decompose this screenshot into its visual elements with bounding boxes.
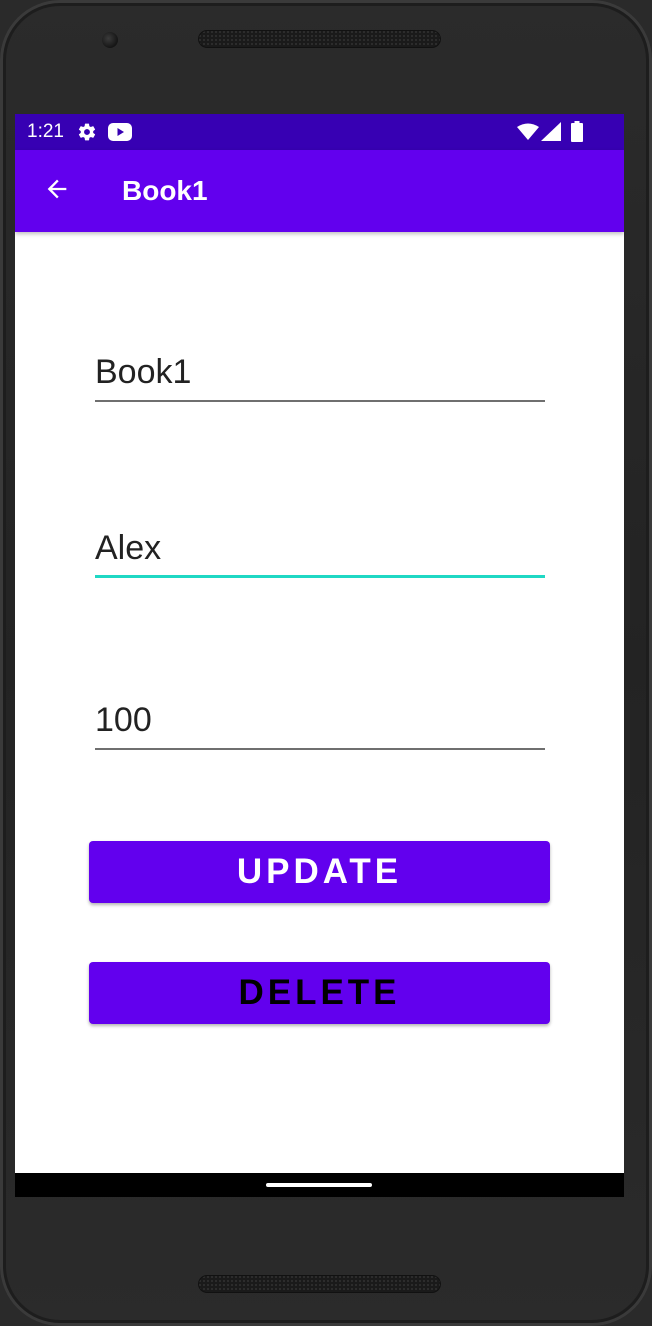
wifi-icon [517, 123, 539, 146]
bottom-speaker [198, 1275, 441, 1293]
book-pages-underline [95, 748, 545, 750]
settings-icon [77, 122, 97, 147]
book-pages-field [95, 694, 545, 750]
book-author-input[interactable] [95, 522, 545, 574]
app-bar-title: Book1 [122, 175, 208, 206]
front-camera [102, 32, 118, 48]
home-gesture-handle[interactable] [266, 1183, 372, 1187]
navigation-bar [15, 1173, 624, 1197]
update-button[interactable]: UPDATE [89, 841, 550, 903]
book-title-input[interactable] [95, 346, 545, 398]
back-button[interactable] [37, 171, 77, 211]
battery-icon [571, 121, 583, 147]
status-time: 1:21 [27, 121, 64, 142]
delete-button[interactable]: DELETE [89, 962, 550, 1024]
book-title-underline [95, 400, 545, 402]
earpiece-speaker [198, 30, 441, 48]
app-bar: Book1 [15, 150, 624, 232]
book-author-underline [95, 575, 545, 578]
book-author-field [95, 522, 545, 578]
youtube-icon [108, 123, 132, 146]
arrow-back-icon [43, 175, 71, 208]
book-pages-input[interactable] [95, 694, 545, 746]
book-title-field [95, 346, 545, 402]
app-screen: 1:21 Book1 Book1 Alex 100 UPDATE DELETE [15, 114, 624, 1197]
signal-icon [541, 122, 561, 146]
phone-device-frame: 1:21 Book1 Book1 Alex 100 UPDATE DELETE [0, 0, 652, 1326]
status-bar: 1:21 [15, 114, 624, 150]
